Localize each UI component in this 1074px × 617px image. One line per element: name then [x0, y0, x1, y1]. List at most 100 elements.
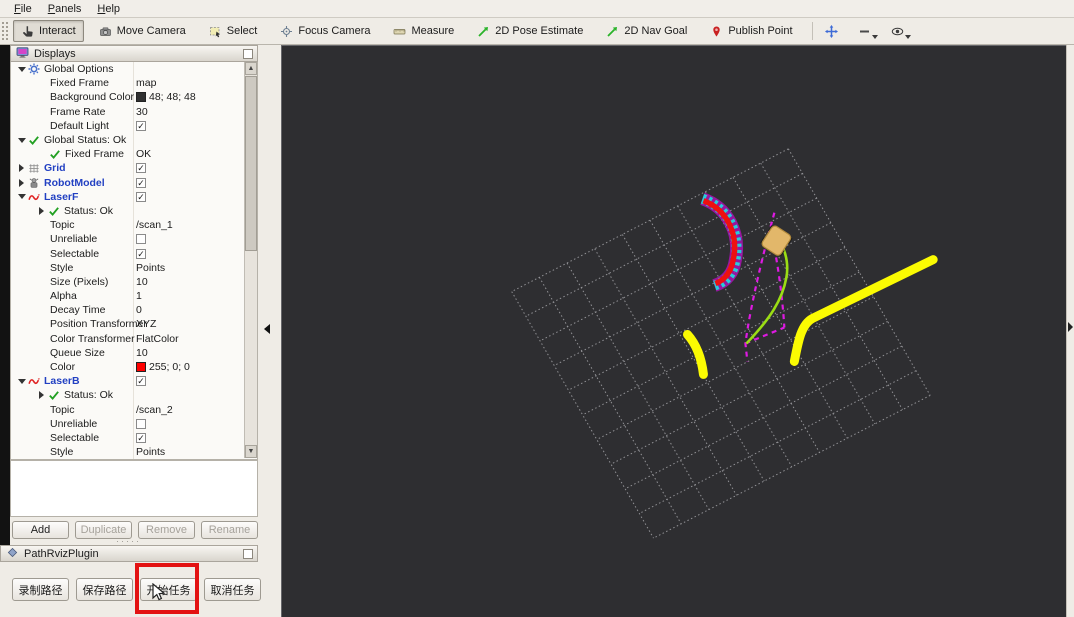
tool-minus-button[interactable] [855, 23, 878, 40]
tree-row-robotmodel[interactable]: RobotModel ✓ [11, 176, 257, 190]
tree-scrollbar[interactable]: ▲ ▼ [244, 62, 257, 458]
checkbox-checked[interactable]: ✓ [136, 248, 146, 259]
property-name: LaserB [44, 375, 80, 388]
tree-row-topic[interactable]: Topic/scan_1 [11, 218, 257, 232]
tree-row-topic[interactable]: Topic/scan_2 [11, 403, 257, 417]
tool-focus-camera[interactable]: Focus Camera [272, 20, 378, 42]
checkbox-unchecked[interactable] [136, 418, 146, 429]
menu-panels[interactable]: Panels [40, 2, 90, 16]
tree-row-global-options[interactable]: Global Options [11, 62, 257, 76]
property-value [136, 234, 146, 245]
tool-move-camera[interactable]: Move Camera [91, 20, 194, 42]
tool-2d-nav-goal[interactable]: 2D Nav Goal [598, 20, 695, 42]
tree-row-style[interactable]: Style Points [11, 445, 257, 459]
menu-file[interactable]: File [6, 2, 40, 16]
checkbox-checked[interactable]: ✓ [136, 120, 146, 131]
tool-label: Publish Point [728, 25, 793, 37]
tree-row-unreliable[interactable]: Unreliable [11, 232, 257, 246]
checkbox-unchecked[interactable] [136, 234, 146, 245]
tool-interact[interactable]: Interact [13, 20, 84, 42]
tool-eye-button[interactable] [888, 23, 911, 40]
dock-splitter-handle[interactable]: ····· [116, 536, 141, 546]
displays-panel-icon [16, 46, 29, 62]
tool-move-cross-button[interactable] [822, 23, 841, 40]
expander-right-icon[interactable] [15, 178, 28, 187]
tree-row-size-pixels-[interactable]: Size (Pixels) 10 [11, 275, 257, 289]
tree-row-selectable[interactable]: Selectable ✓ [11, 246, 257, 260]
tree-row-laserf[interactable]: LaserF ✓ [11, 190, 257, 204]
tree-row-unreliable[interactable]: Unreliable [11, 417, 257, 431]
tree-row-default-light[interactable]: Default Light ✓ [11, 119, 257, 133]
tool-publish-point[interactable]: Publish Point [702, 20, 800, 42]
route-dashed-bottom [744, 326, 785, 345]
3d-viewport[interactable] [281, 45, 1066, 617]
tree-row-decay-time[interactable]: Decay Time 0 [11, 303, 257, 317]
scroll-up-button[interactable]: ▲ [245, 62, 257, 75]
diamond-icon [7, 547, 18, 557]
left-dock-edge [0, 45, 10, 545]
color-swatch[interactable] [136, 362, 146, 373]
tree-row-style[interactable]: Style Points [11, 261, 257, 275]
tree-row-fixed-frame[interactable]: Fixed Frame map [11, 76, 257, 90]
tool-select[interactable]: Select [201, 20, 266, 42]
displays-panel-title: Displays [34, 47, 76, 60]
tree-row-global-status-ok[interactable]: Global Status: Ok [11, 133, 257, 147]
checkbox-checked[interactable]: ✓ [136, 376, 146, 387]
tree-row-grid[interactable]: Grid ✓ [11, 161, 257, 175]
scrollbar-thumb[interactable] [245, 76, 257, 251]
panel-splitter-left[interactable] [258, 45, 281, 617]
plugin-panel-header[interactable]: PathRvizPlugin [0, 545, 258, 562]
property-value: 10 [136, 346, 148, 359]
plugin-button-2[interactable]: 保存路径 [76, 578, 133, 601]
tool-2d-pose-estimate[interactable]: 2D Pose Estimate [469, 20, 591, 42]
expander-down-icon[interactable] [15, 137, 28, 143]
add-button[interactable]: Add [12, 521, 69, 539]
laser-icon [28, 193, 40, 200]
checkbox-checked[interactable]: ✓ [136, 177, 146, 188]
tree-row-position-transformer[interactable]: Position Transformer XYZ [11, 317, 257, 331]
toolbar-drag-handle[interactable] [2, 22, 8, 40]
tool-measure[interactable]: Measure [385, 20, 462, 42]
rename-button[interactable]: Rename [201, 521, 258, 539]
property-name: Topic [50, 219, 75, 232]
expander-down-icon[interactable] [15, 378, 28, 384]
panel-float-button[interactable] [243, 549, 253, 559]
panel-float-button[interactable] [243, 49, 253, 59]
tree-row-selectable[interactable]: Selectable ✓ [11, 431, 257, 445]
expander-right-icon[interactable] [35, 206, 48, 215]
expander-right-icon[interactable] [15, 164, 28, 173]
checkbox-checked[interactable]: ✓ [136, 163, 146, 174]
tree-row-status-ok[interactable]: Status: Ok [11, 204, 257, 218]
checkbox-checked[interactable]: ✓ [136, 191, 146, 202]
tree-row-color[interactable]: Color 255; 0; 0 [11, 360, 257, 374]
tree-row-fixed-frame[interactable]: Fixed Frame OK [11, 147, 257, 161]
remove-button[interactable]: Remove [138, 521, 195, 539]
property-name: Topic [50, 403, 75, 416]
collapse-right-arrow-icon[interactable] [1068, 322, 1073, 332]
tree-row-background-color[interactable]: Background Color 48; 48; 48 [11, 90, 257, 104]
expander-right-icon[interactable] [35, 391, 48, 400]
tree-row-alpha[interactable]: Alpha 1 [11, 289, 257, 303]
expander-down-icon[interactable] [15, 194, 28, 200]
collapse-left-arrow-icon[interactable] [264, 324, 270, 334]
plugin-button-4[interactable]: 取消任务 [204, 578, 261, 601]
tree-row-frame-rate[interactable]: Frame Rate 30 [11, 105, 257, 119]
color-swatch[interactable] [136, 92, 146, 103]
move-cross-icon [824, 24, 838, 38]
tree-row-status-ok[interactable]: Status: Ok [11, 388, 257, 402]
expander-down-icon[interactable] [15, 66, 28, 72]
menu-help[interactable]: Help [89, 2, 128, 16]
plugin-button-1[interactable]: 录制路径 [12, 578, 69, 601]
scroll-down-button[interactable]: ▼ [245, 445, 257, 458]
tool-label: Move Camera [116, 25, 186, 37]
tree-row-laserb[interactable]: LaserB ✓ [11, 374, 257, 388]
checkbox-checked[interactable]: ✓ [136, 432, 146, 443]
dropdown-caret-icon [904, 34, 911, 39]
displays-panel-header[interactable]: Displays [10, 45, 258, 62]
check-icon [50, 150, 60, 160]
displays-panel: Displays Global Options Fixed Frame map Bac… [10, 45, 258, 545]
panel-splitter-right[interactable] [1066, 45, 1074, 617]
tree-row-queue-size[interactable]: Queue Size 10 [11, 346, 257, 360]
tree-row-color-transformer[interactable]: Color Transformer FlatColor [11, 332, 257, 346]
gear-icon [28, 63, 40, 75]
